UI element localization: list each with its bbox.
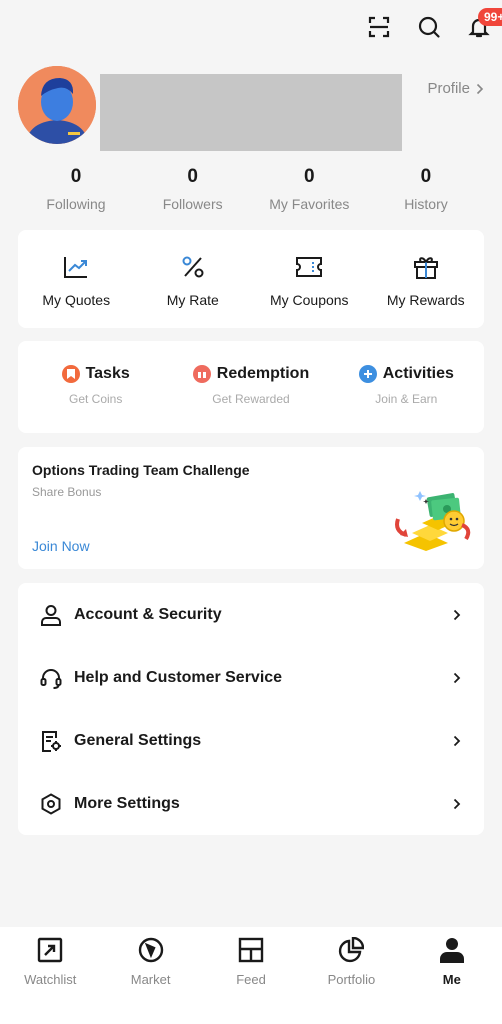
stat-value: 0 (70, 166, 82, 187)
challenge-title: Options Trading Team Challenge (32, 462, 250, 478)
settings-item-help[interactable]: Help and Customer Service (18, 646, 484, 709)
tool-label: My Coupons (269, 292, 349, 308)
notification-bell-icon[interactable]: 99+ (464, 8, 502, 42)
nav-portfolio[interactable]: Portfolio (301, 927, 401, 1024)
scan-icon[interactable] (364, 12, 394, 42)
plus-icon (358, 365, 377, 383)
avatar[interactable] (18, 66, 96, 144)
feed-icon (236, 935, 266, 965)
stat-following[interactable]: 0 Following (18, 166, 134, 212)
stat-label: Followers (162, 196, 223, 212)
tool-my-coupons[interactable]: My Coupons (251, 230, 368, 328)
chart-icon (61, 252, 91, 282)
settings-item-label: General Settings (74, 731, 202, 749)
tool-my-rewards[interactable]: My Rewards (368, 230, 485, 328)
stat-label: History (404, 196, 448, 212)
nav-label: Portfolio (327, 972, 376, 987)
settings-item-account-security[interactable]: Account & Security (18, 583, 484, 646)
chevron-right-icon (450, 797, 464, 811)
tool-label: My Quotes (42, 292, 111, 308)
chevron-right-icon (450, 734, 464, 748)
profile-header: Profile (18, 66, 484, 151)
reward-redemption[interactable]: Redemption Get Rewarded (173, 341, 328, 433)
gift-box-icon (192, 365, 211, 383)
nav-label: Feed (236, 972, 266, 987)
tool-label: My Rewards (386, 292, 465, 308)
nav-feed[interactable]: Feed (201, 927, 301, 1024)
reward-tasks[interactable]: Tasks Get Coins (18, 341, 173, 433)
quick-tools-card: My Quotes My Rate My Coupons My Rewards (18, 230, 484, 328)
stat-label: Following (46, 196, 106, 212)
reward-title: Activities (382, 365, 454, 382)
nav-market[interactable]: Market (100, 927, 200, 1024)
tool-my-quotes[interactable]: My Quotes (18, 230, 135, 328)
hexagon-gear-icon (38, 791, 64, 817)
notification-badge: 99+ (478, 8, 502, 26)
profile-link[interactable]: Profile (427, 80, 484, 97)
reward-activities[interactable]: Activities Join & Earn (329, 341, 484, 433)
username-placeholder (100, 74, 402, 151)
nav-watchlist[interactable]: Watchlist (0, 927, 100, 1024)
reward-subtitle: Join & Earn (375, 392, 438, 406)
nav-label: Market (130, 972, 171, 987)
reward-title: Redemption (216, 365, 310, 382)
user-icon (38, 602, 64, 628)
profile-link-label: Profile (427, 80, 470, 97)
stat-history[interactable]: 0 History (368, 166, 484, 212)
challenge-banner[interactable]: Options Trading Team Challenge Share Bon… (18, 447, 484, 569)
me-page: 99+ Profile 0 Following 0 Followers 0 My… (0, 0, 502, 1024)
reward-subtitle: Get Coins (68, 392, 123, 406)
person-icon (437, 935, 467, 965)
chevron-right-icon (450, 608, 464, 622)
reward-subtitle: Get Rewarded (212, 392, 290, 406)
challenge-illustration (395, 491, 471, 551)
gift-icon (411, 252, 441, 282)
search-icon[interactable] (414, 12, 444, 42)
settings-doc-icon (38, 728, 64, 754)
settings-item-label: More Settings (74, 794, 180, 812)
stat-followers[interactable]: 0 Followers (135, 166, 251, 212)
nav-me[interactable]: Me (402, 927, 502, 1024)
settings-list: Account & Security Help and Customer Ser… (18, 583, 484, 835)
stat-value: 0 (304, 166, 315, 187)
watchlist-icon (35, 935, 65, 965)
settings-item-more[interactable]: More Settings (18, 772, 484, 835)
join-now-link[interactable]: Join Now (32, 538, 90, 554)
percent-icon (178, 252, 208, 282)
stat-favorites[interactable]: 0 My Favorites (251, 166, 367, 212)
bookmark-icon (61, 365, 80, 383)
stats-row: 0 Following 0 Followers 0 My Favorites 0… (18, 166, 484, 212)
settings-item-label: Help and Customer Service (74, 668, 283, 686)
headset-icon (38, 665, 64, 691)
stat-value: 0 (420, 166, 432, 187)
challenge-subtitle: Share Bonus (32, 485, 102, 499)
stat-label: My Favorites (269, 196, 350, 212)
tool-my-rate[interactable]: My Rate (135, 230, 252, 328)
tool-label: My Rate (166, 292, 219, 308)
nav-label: Me (442, 972, 461, 987)
stat-value: 0 (187, 166, 198, 187)
chevron-right-icon (476, 83, 484, 94)
bottom-nav: Watchlist Market Feed Portfolio Me (0, 927, 502, 1024)
settings-item-label: Account & Security (74, 605, 222, 623)
rewards-card: Tasks Get Coins Redemption Get Rewarded … (18, 341, 484, 433)
compass-icon (136, 935, 166, 965)
reward-title: Tasks (85, 365, 130, 382)
chevron-right-icon (450, 671, 464, 685)
top-bar: 99+ (364, 8, 502, 44)
pie-chart-icon (336, 935, 366, 965)
settings-item-general[interactable]: General Settings (18, 709, 484, 772)
nav-label: Watchlist (24, 972, 77, 987)
coupon-icon (294, 252, 324, 282)
